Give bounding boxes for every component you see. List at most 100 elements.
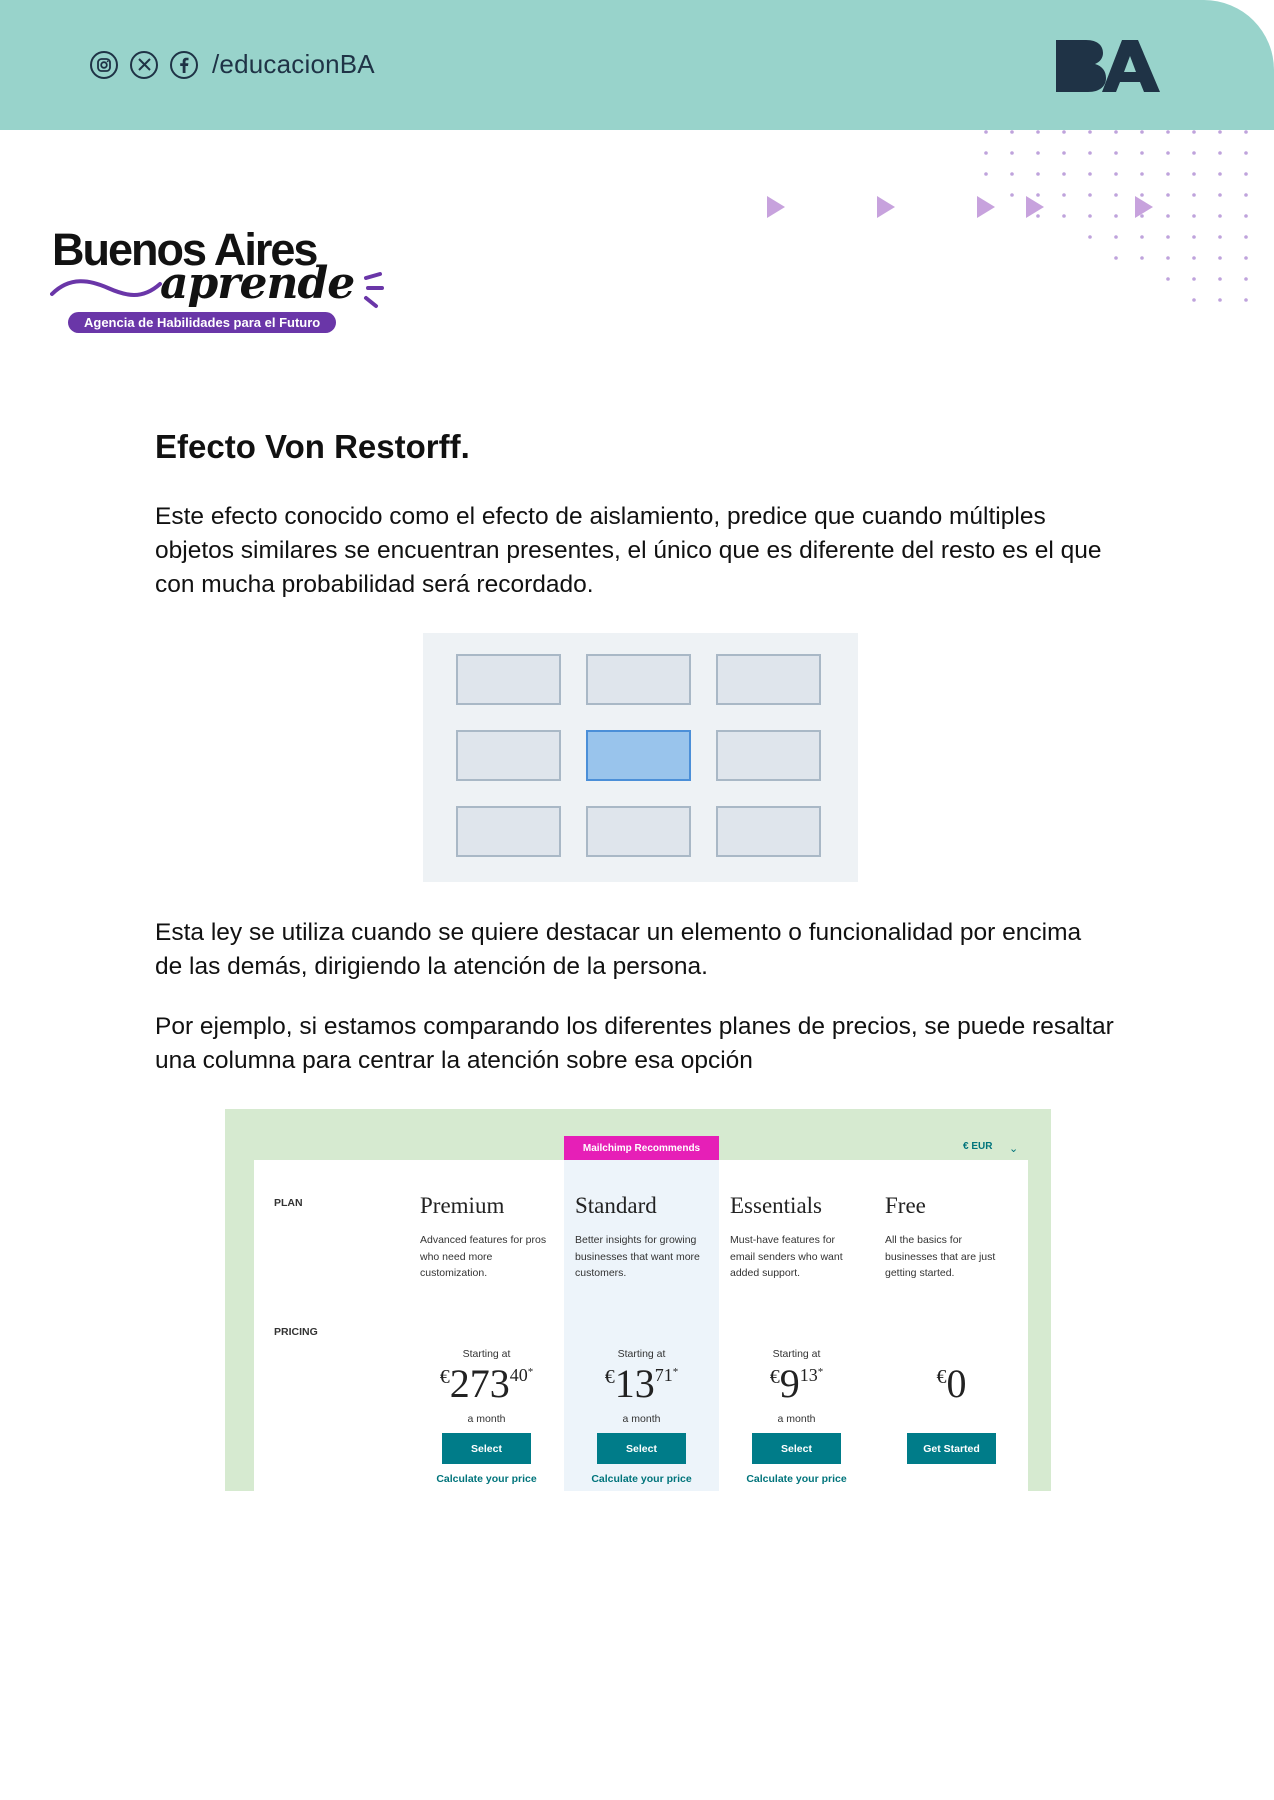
plan-column-premium: Premium Advanced features for pros who n… xyxy=(409,1160,564,1490)
price-main: 273 xyxy=(449,1361,510,1406)
price-period: a month xyxy=(622,1413,661,1425)
header-bar: /educacionBA xyxy=(0,0,1274,130)
plan-description: Must-have features for email senders who… xyxy=(730,1234,843,1279)
decorative-dot xyxy=(1062,172,1066,176)
decorative-dot xyxy=(1192,214,1196,218)
facebook-icon[interactable] xyxy=(170,50,198,79)
decorative-dot xyxy=(1218,172,1222,176)
decorative-dot xyxy=(984,151,988,155)
plan-column-standard: Standard Better insights for growing bus… xyxy=(564,1160,719,1490)
starting-label: Starting at xyxy=(617,1348,666,1360)
grid-cell xyxy=(456,730,561,781)
grid-cell xyxy=(716,654,821,705)
decorative-dot xyxy=(1140,151,1144,155)
decorative-dot xyxy=(1192,151,1196,155)
decorative-dot xyxy=(1166,277,1170,281)
decorative-dot xyxy=(1244,130,1248,134)
decorative-dot xyxy=(1166,256,1170,260)
decorative-dot xyxy=(1244,214,1248,218)
decorative-dot xyxy=(1010,172,1014,176)
plan-name: Premium xyxy=(420,1193,505,1218)
decorative-dot xyxy=(984,172,988,176)
starting-label: Starting at xyxy=(462,1348,511,1360)
decorative-arrows xyxy=(767,196,1153,218)
decorative-dot xyxy=(984,130,988,134)
decorative-dot xyxy=(1244,298,1248,302)
decorative-dot xyxy=(1244,172,1248,176)
decorative-dot xyxy=(1192,277,1196,281)
grid-cell-highlighted xyxy=(586,730,691,781)
plan-name: Standard xyxy=(575,1193,657,1218)
decorative-dot xyxy=(1114,130,1118,134)
intro-paragraph: Este efecto conocido como el efecto de a… xyxy=(155,503,1102,598)
price-currency: € xyxy=(439,1366,450,1388)
select-button[interactable]: Select xyxy=(597,1433,686,1464)
decorative-dot xyxy=(1140,235,1144,239)
grid-cell xyxy=(586,654,691,705)
chevron-down-icon[interactable]: ⌄ xyxy=(1009,1142,1018,1155)
plan-column-essentials: Essentials Must-have features for email … xyxy=(719,1160,874,1490)
decorative-dot xyxy=(1218,130,1222,134)
decorative-dot xyxy=(1244,256,1248,260)
decorative-dot xyxy=(1244,277,1248,281)
price-main: 13 xyxy=(614,1361,655,1406)
plan-price: €1371* xyxy=(564,1360,719,1407)
decorative-dot xyxy=(1140,172,1144,176)
page-title: Efecto Von Restorff. xyxy=(155,428,470,465)
price-period: a month xyxy=(467,1413,506,1425)
decorative-dot xyxy=(1192,256,1196,260)
price-currency: € xyxy=(769,1366,780,1388)
logo-tagline: Agencia de Habilidades para el Futuro xyxy=(68,312,337,333)
calculate-price-link[interactable]: Calculate your price xyxy=(719,1473,874,1485)
instagram-icon[interactable] xyxy=(90,50,118,79)
pricing-example: Mailchimp Recommends € EUR ⌄ PLAN PRICIN… xyxy=(225,1109,1051,1491)
decorative-dot xyxy=(1166,151,1170,155)
decorative-dot xyxy=(1088,130,1092,134)
decorative-dot xyxy=(1010,151,1014,155)
price-asterisk: * xyxy=(527,1366,534,1378)
plan-name: Essentials xyxy=(730,1193,822,1218)
x-icon[interactable] xyxy=(130,50,158,79)
calculate-price-link[interactable]: Calculate your price xyxy=(409,1473,564,1485)
decorative-dot xyxy=(1218,193,1222,197)
decorative-dot xyxy=(1010,130,1014,134)
ba-logo xyxy=(1056,40,1160,92)
currency-selector[interactable]: € EUR xyxy=(963,1141,992,1152)
price-asterisk: * xyxy=(817,1366,824,1378)
decorative-dot xyxy=(1062,151,1066,155)
plan-description: All the basics for businesses that are j… xyxy=(885,1234,996,1279)
price-cents: 40 xyxy=(509,1365,528,1385)
price-currency: € xyxy=(936,1366,947,1388)
starting-label: Starting at xyxy=(772,1348,821,1360)
calculate-price-link[interactable]: Calculate your price xyxy=(564,1473,719,1485)
decorative-dot xyxy=(1166,172,1170,176)
decorative-dot xyxy=(1166,214,1170,218)
plan-row-label: PLAN xyxy=(274,1197,303,1209)
decorative-dot xyxy=(1114,256,1118,260)
select-button[interactable]: Select xyxy=(752,1433,841,1464)
decorative-dot xyxy=(1166,130,1170,134)
get-started-button[interactable]: Get Started xyxy=(907,1433,996,1464)
decorative-dot xyxy=(1218,256,1222,260)
decorative-dot xyxy=(1114,151,1118,155)
grid-cell xyxy=(716,806,821,857)
social-handle[interactable]: /educacionBA xyxy=(212,49,375,80)
decorative-dot xyxy=(1244,235,1248,239)
decorative-dot xyxy=(1088,172,1092,176)
plan-description: Better insights for growing businesses t… xyxy=(575,1234,700,1279)
social-links: /educacionBA xyxy=(90,49,375,80)
plan-price: €0 xyxy=(874,1360,1029,1407)
plan-name: Free xyxy=(885,1193,926,1218)
decorative-dot xyxy=(1218,298,1222,302)
grid-cell xyxy=(456,806,561,857)
select-button[interactable]: Select xyxy=(442,1433,531,1464)
price-main: 9 xyxy=(779,1361,800,1406)
decorative-dot xyxy=(1192,298,1196,302)
decorative-dot xyxy=(1114,235,1118,239)
grid-cell xyxy=(586,806,691,857)
grid-cell xyxy=(456,654,561,705)
recommend-badge: Mailchimp Recommends xyxy=(564,1136,719,1160)
decorative-dots xyxy=(984,130,1248,302)
logo-script: aprende xyxy=(160,258,355,309)
decorative-dot xyxy=(1166,235,1170,239)
